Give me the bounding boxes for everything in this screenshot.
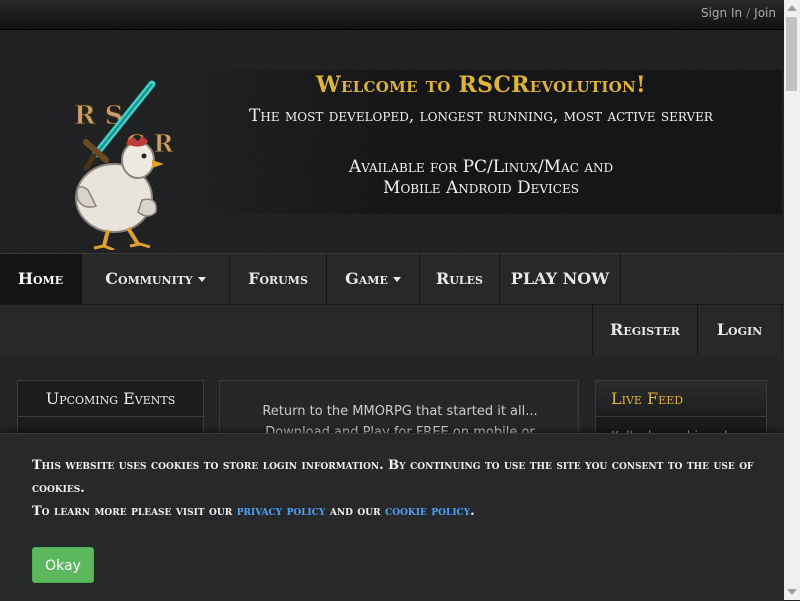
site-header: R S C R Welcome to RSCRevolution! The mo… [0, 30, 784, 253]
chevron-down-icon [197, 277, 206, 282]
nav-rules-label: Rules [436, 269, 483, 288]
live-feed-title: Live Feed [596, 381, 766, 417]
upcoming-events-title: Upcoming Events [18, 381, 203, 417]
nav-community-label: Community [105, 269, 193, 288]
nav-community[interactable]: Community [82, 254, 230, 304]
availability-line-2: Mobile Android Devices [383, 178, 579, 198]
chicken-logo[interactable]: R S C R [68, 80, 178, 250]
nav-rules[interactable]: Rules [420, 254, 500, 304]
nav-register[interactable]: Register [592, 305, 698, 355]
join-link[interactable]: Join [754, 6, 776, 20]
nav-register-label: Register [610, 320, 680, 339]
cookie-consent-text: This website uses cookies to store login… [32, 458, 754, 496]
cookie-banner: This website uses cookies to store login… [0, 433, 784, 601]
tagline: The most developed, longest running, mos… [249, 106, 713, 126]
nav-login[interactable]: Login [698, 305, 782, 355]
nav-login-label: Login [716, 320, 763, 339]
cookie-line-prefix: To learn more please visit our [32, 504, 233, 519]
top-bar: Sign In / Join [0, 0, 784, 30]
nav-play-now[interactable]: PLAY NOW [500, 254, 621, 304]
availability-line-1: Available for PC/Linux/Mac and [348, 157, 614, 177]
scroll-down-icon[interactable] [787, 589, 797, 595]
chevron-down-icon [392, 277, 401, 282]
scroll-thumb[interactable] [786, 17, 797, 91]
cookie-policy-line: To learn more please visit our privacy p… [32, 500, 762, 523]
cookie-line-suffix: . [470, 504, 475, 519]
privacy-policy-link[interactable]: privacy policy [237, 504, 326, 519]
nav-game[interactable]: Game [327, 254, 420, 304]
scrollbar[interactable] [784, 0, 800, 600]
nav-forums[interactable]: Forums [230, 254, 327, 304]
nav-play-now-label: PLAY NOW [510, 269, 610, 288]
nav-forums-label: Forums [248, 269, 308, 288]
cookie-policy-link[interactable]: cookie policy [385, 504, 470, 519]
account-links: Sign In / Join [701, 6, 776, 20]
nav-home-label: Home [17, 269, 64, 288]
cookie-line-mid: and our [329, 504, 381, 519]
link-separator: / [746, 6, 751, 20]
nav-game-label: Game [345, 269, 388, 288]
scroll-up-icon[interactable] [787, 5, 797, 11]
nav-home[interactable]: Home [0, 254, 82, 304]
okay-button[interactable]: Okay [32, 547, 94, 583]
cookie-message: This website uses cookies to store login… [32, 454, 762, 523]
intro-line-1: Return to the MMORPG that started it all… [262, 404, 538, 419]
welcome-heading: Welcome to RSCRevolution! [315, 72, 647, 98]
main-nav: Home Community Forums Game Rules PLAY NO… [0, 253, 784, 357]
platform-availability: Available for PC/Linux/Mac and Mobile An… [220, 157, 742, 199]
sign-in-link[interactable]: Sign In [701, 6, 742, 20]
